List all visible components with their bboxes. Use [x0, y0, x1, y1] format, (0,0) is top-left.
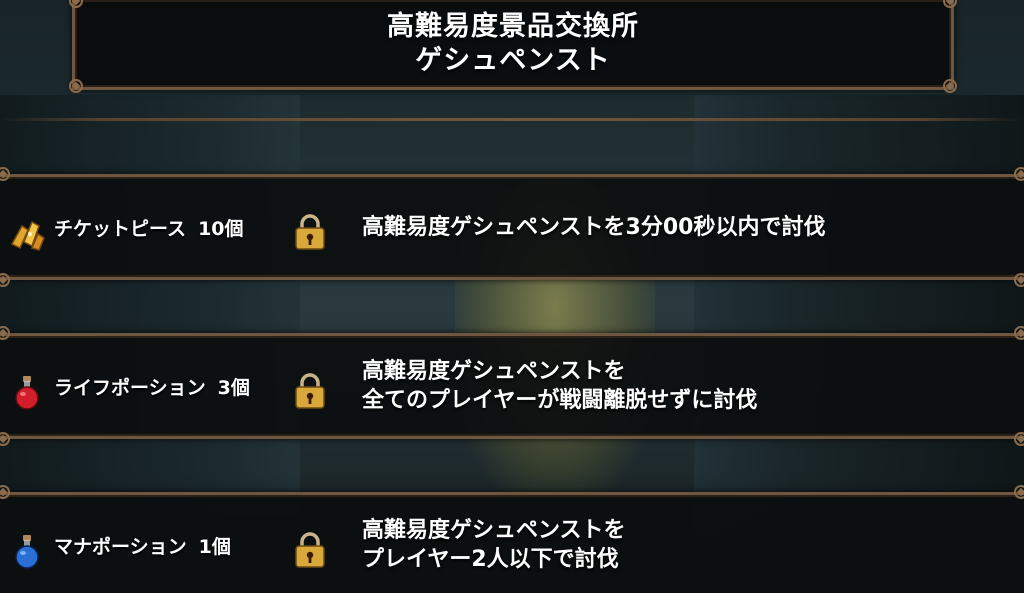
reward-item-name: マナポーション — [54, 535, 187, 558]
background-wall-right — [694, 95, 1024, 535]
lock-icon — [295, 214, 325, 250]
reward-item-quantity: 10個 — [198, 217, 244, 240]
frame-ornament-icon — [0, 322, 14, 344]
frame-ornament-icon — [1010, 163, 1024, 185]
frame-ornament-icon — [1010, 481, 1024, 503]
frame-ornament-icon — [65, 0, 87, 12]
reward-item-quantity: 3個 — [217, 376, 250, 399]
frame-ornament-icon — [1010, 428, 1024, 450]
reward-row[interactable]: チケットピース 10個 高難易度ゲシュペンストを3分00秒以内で討伐 — [0, 167, 1024, 287]
reward-row[interactable]: ライフポーション 3個 高難易度ゲシュペンストを 全てのプレイヤーが戦闘離脱せず… — [0, 326, 1024, 446]
frame-ornament-icon — [65, 75, 87, 97]
reward-row[interactable]: マナポーション 1個 高難易度ゲシュペンストを プレイヤー2人以下で討伐 — [0, 485, 1024, 593]
reward-condition: 高難易度ゲシュペンストを 全てのプレイヤーが戦闘離脱せずに討伐 — [362, 336, 757, 436]
reward-item-name: ライフポーション — [54, 376, 206, 399]
reward-item-label: ライフポーション 3個 — [54, 336, 250, 436]
ticket-pieces-icon — [10, 220, 45, 251]
frame-ornament-icon — [0, 163, 14, 185]
title-panel: 高難易度景品交換所 ゲシュペンスト — [69, 0, 957, 93]
reward-condition: 高難易度ゲシュペンストを プレイヤー2人以下で討伐 — [362, 495, 626, 593]
condition-line: 全てのプレイヤーが戦闘離脱せずに討伐 — [362, 388, 758, 413]
frame-ornament-icon — [1010, 322, 1024, 344]
divider-line — [0, 118, 1024, 121]
page-subtitle: ゲシュペンスト — [415, 44, 611, 76]
frame-ornament-icon — [0, 269, 14, 291]
reward-condition: 高難易度ゲシュペンストを3分00秒以内で討伐 — [362, 177, 825, 277]
lock-icon — [295, 532, 325, 568]
reward-item-label: チケットピース 10個 — [54, 177, 244, 277]
reward-item-name: チケットピース — [54, 217, 187, 240]
condition-line: 高難易度ゲシュペンストを — [362, 518, 626, 543]
reward-item-label: マナポーション 1個 — [54, 495, 231, 593]
frame-ornament-icon — [0, 481, 14, 503]
condition-line: 高難易度ゲシュペンストを — [362, 359, 626, 384]
reward-item-quantity: 1個 — [198, 535, 231, 558]
frame-ornament-icon — [939, 0, 961, 12]
condition-line: 高難易度ゲシュペンストを3分00秒以内で討伐 — [362, 214, 826, 240]
mana-potion-icon — [15, 535, 39, 569]
life-potion-icon — [15, 376, 39, 410]
frame-ornament-icon — [939, 75, 961, 97]
lock-icon — [295, 373, 325, 409]
page-title: 高難易度景品交換所 — [387, 10, 639, 42]
frame-ornament-icon — [1010, 269, 1024, 291]
frame-ornament-icon — [0, 428, 14, 450]
background-wall-left — [0, 95, 300, 515]
condition-line: プレイヤー2人以下で討伐 — [362, 547, 619, 572]
